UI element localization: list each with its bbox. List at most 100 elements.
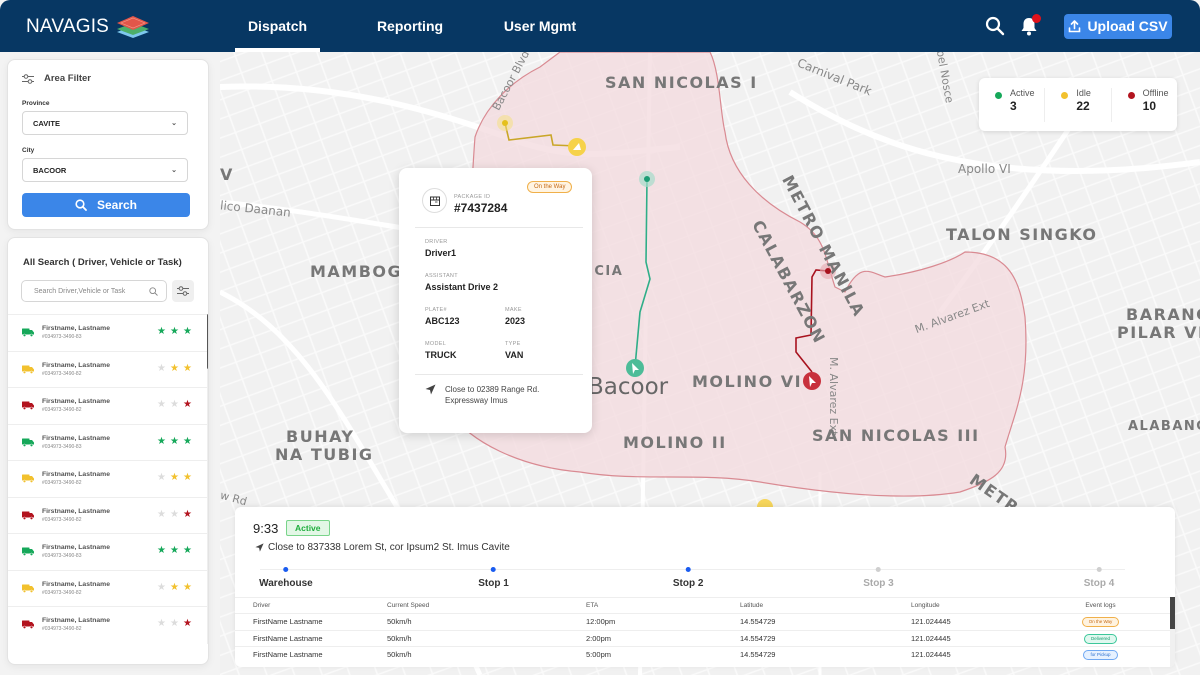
column-header[interactable]: ETA (586, 602, 740, 609)
all-search-title: All Search ( Driver, Vehicle or Task) (23, 257, 182, 268)
navagis-logo[interactable]: NAVAGIS (26, 14, 151, 40)
event-log-badge[interactable]: On the Way (1081, 617, 1120, 628)
tab-dispatch[interactable]: Dispatch (230, 0, 325, 52)
event-log-badge[interactable]: Delivered (1083, 633, 1117, 644)
tab-user-mgmt[interactable]: User Mgmt (490, 0, 590, 52)
event-log-badge[interactable]: for Pickup (1083, 650, 1118, 661)
driver-search-input[interactable]: Search Driver,Vehicle or Task (21, 280, 167, 302)
table-row[interactable]: FirstName Lastname 50km/h 12:00pm 14.554729… (235, 613, 1170, 629)
chevron-down-icon: ⌄ (171, 120, 177, 127)
stop-label: Warehouse (259, 578, 313, 589)
cell-event: Delivered (1031, 633, 1170, 644)
driver-id: #034973-3490-83 (42, 334, 82, 341)
cell-driver: FirstName Lastname (253, 633, 323, 643)
map-label-talon-singko: TALON SINGKO (946, 225, 1098, 244)
stop-step[interactable]: Warehouse (259, 565, 313, 589)
assistant-label: ASSISTANT (425, 273, 458, 279)
navigation-arrow-icon (425, 384, 436, 395)
status-dot-icon (1127, 91, 1135, 99)
map-label-ligas: ICIA (588, 264, 624, 279)
driver-list-item[interactable]: Firstname, Lastname #034973-3490-82 ★ ★ ★ (8, 350, 208, 388)
driver-list-item[interactable]: Firstname, Lastname #034973-3490-82 ★ ★ ★ (8, 387, 208, 424)
map-label-na-tubig: NA TUBIG (275, 445, 374, 464)
cell-lng: 121.024445 (911, 633, 951, 643)
cell-lat: 14.554729 (740, 633, 776, 643)
stop-step[interactable]: Stop 4 (1084, 565, 1114, 589)
legend-label: Offline (1142, 87, 1169, 98)
column-header[interactable]: Event logs (1031, 602, 1170, 609)
star-icon: ★ (157, 545, 166, 556)
cell-eta: 2:00pm (586, 633, 612, 643)
scrollbar-thumb[interactable] (1170, 597, 1175, 629)
star-icon: ★ (169, 326, 179, 337)
city-select[interactable]: BACOOR ⌄ (22, 158, 188, 182)
driver-list-item[interactable]: Firstname, Lastname #034973-3490-83 ★ ★ ★ (8, 314, 208, 351)
truck-icon (22, 584, 34, 593)
legend-count: 10 (1142, 98, 1157, 113)
cell-driver: FirstName Lastname (253, 617, 323, 627)
province-select[interactable]: CAVITE ⌄ (22, 111, 188, 135)
cell-eta: 5:00pm (586, 650, 612, 660)
location-line-1: Close to 02389 Range Rd. (445, 385, 540, 394)
status-legend: Active 3 Idle 22 Offline 10 (979, 78, 1177, 131)
top-nav-bar: NAVAGIS Dispatch Reporting User Mgmt Upl… (0, 0, 1200, 52)
list-filter-button[interactable] (172, 280, 194, 302)
column-header[interactable]: Latitude (740, 602, 911, 609)
driver-list-item[interactable]: Firstname, Lastname #034973-3490-82 ★ ★ ★ (8, 496, 208, 534)
trip-status-badge: Active (286, 520, 330, 536)
make-label: MAKE (505, 307, 522, 313)
rating-stars: ★ ★ ★ (157, 546, 192, 556)
truck-icon (22, 401, 34, 411)
column-header[interactable]: Current Speed (387, 602, 586, 609)
all-search-panel: All Search ( Driver, Vehicle or Task) Se… (7, 237, 209, 665)
upload-csv-button[interactable]: Upload CSV (1064, 13, 1172, 39)
city-label: City (22, 147, 35, 154)
driver-list-item[interactable]: Firstname, Lastname #034973-3490-83 ★ ★ ★ (8, 533, 208, 570)
tab-reporting[interactable]: Reporting (355, 0, 465, 52)
table-row[interactable]: FirstName Lastname 50km/h 2:00pm 14.554729 1… (235, 629, 1170, 646)
map-label-san-nicolas-iii: SAN NICOLAS III (812, 426, 980, 445)
driver-list-item[interactable]: Firstname, Lastname #034973-3490-82 ★ ★ ★ (8, 460, 208, 497)
map-label-m-alvarez-ext-vertical: M. Alvarez Ext (827, 357, 840, 436)
star-icon: ★ (169, 435, 179, 447)
table-row[interactable]: FirstName Lastname 50km/h 5:00pm 14.554729 1… (235, 645, 1170, 662)
map-label-molino-ii: MOLINO II (623, 433, 727, 452)
stop-label: Stop 1 (478, 578, 509, 589)
package-id-label: PACKAGE ID (454, 194, 491, 200)
star-icon: ★ (157, 362, 166, 374)
notification-bell-icon[interactable] (1018, 14, 1041, 37)
upload-csv-label: Upload CSV (1087, 18, 1168, 34)
driver-id: #034973-3490-82 (42, 516, 82, 523)
package-status-badge: On the Way (527, 181, 573, 193)
province-label: Province (22, 100, 50, 107)
stop-step[interactable]: Stop 1 (478, 565, 509, 589)
driver-list-item[interactable]: Firstname, Lastname #034973-3490-82 ★ ★ ★ (8, 569, 208, 607)
area-search-button[interactable]: Search (22, 193, 190, 217)
scrollbar-thumb[interactable] (207, 314, 208, 369)
driver-list-item[interactable]: Firstname, Lastname #034973-3490-82 ★ ★ ★ (8, 606, 208, 643)
driver-name: Firstname, Lastname (42, 471, 110, 479)
map-label-buhay: BUHAY (286, 427, 355, 446)
legend-item-offline[interactable]: Offline 10 (1110, 87, 1177, 122)
star-icon: ★ (169, 618, 179, 629)
star-icon: ★ (157, 326, 166, 337)
city-value: BACOOR (33, 165, 67, 175)
stop-step[interactable]: Stop 2 (673, 565, 703, 589)
driver-list-item[interactable]: Firstname, Lastname #034973-3490-83 ★ ★ ★ (8, 423, 208, 461)
legend-item-active[interactable]: Active 3 (979, 88, 1044, 122)
search-button-label: Search (96, 198, 138, 212)
rating-stars: ★ ★ ★ (157, 473, 192, 483)
search-icon[interactable] (984, 15, 1006, 37)
rating-stars: ★ ★ ★ (157, 619, 192, 629)
table-scrollbar[interactable] (1170, 597, 1175, 667)
truck-icon (22, 620, 34, 630)
list-scrollbar[interactable] (207, 314, 208, 644)
column-header[interactable]: Longitude (911, 602, 1031, 609)
type-label: TYPE (505, 341, 521, 347)
stop-dot (1096, 567, 1102, 572)
column-header[interactable]: Driver (235, 602, 387, 609)
stop-dot (875, 567, 881, 572)
search-icon (75, 199, 87, 211)
legend-item-idle[interactable]: Idle 22 (1044, 87, 1110, 122)
stop-step[interactable]: Stop 3 (863, 565, 894, 589)
